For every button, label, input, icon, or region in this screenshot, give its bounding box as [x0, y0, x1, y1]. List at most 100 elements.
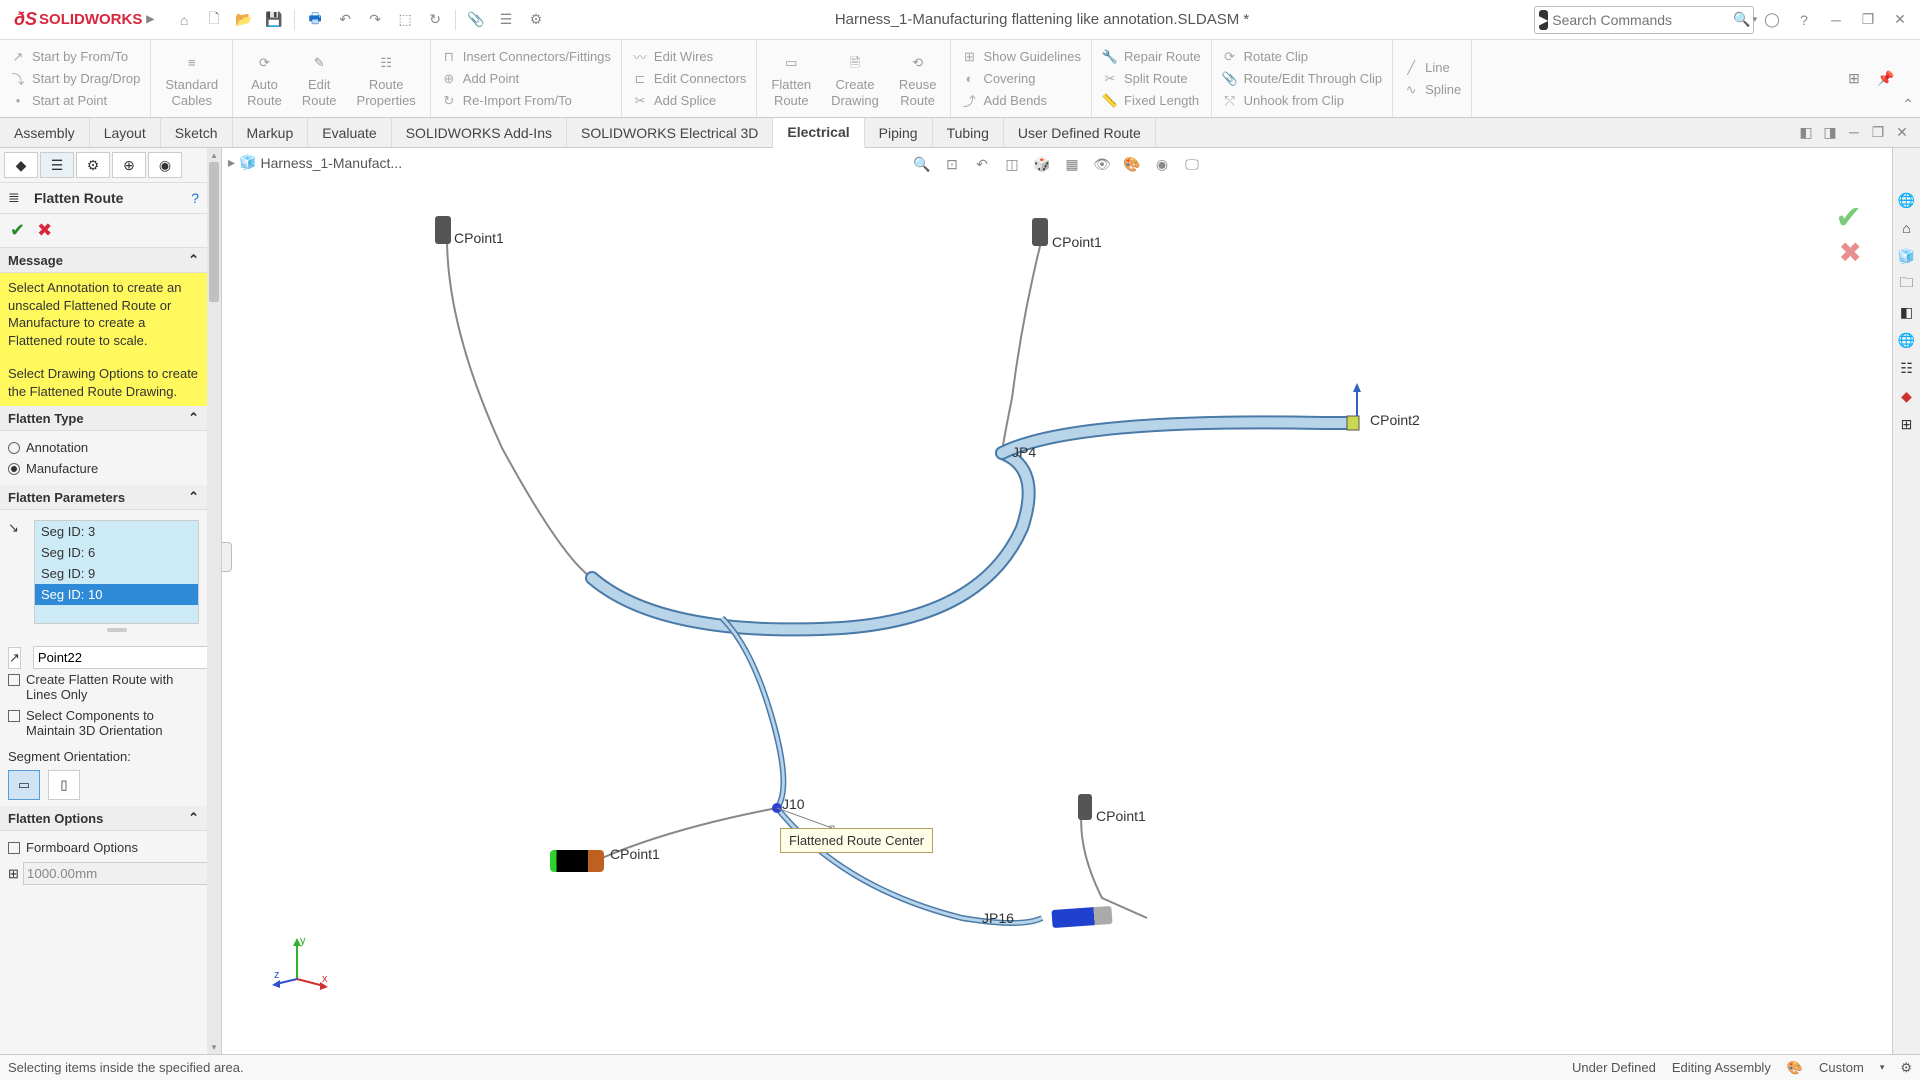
help-icon[interactable]: ?: [1790, 6, 1818, 34]
doc-min-icon[interactable]: ─: [1844, 118, 1864, 146]
tab-tubing[interactable]: Tubing: [933, 118, 1004, 147]
tab-addins[interactable]: SOLIDWORKS Add-Ins: [392, 118, 567, 147]
close-icon[interactable]: ✕: [1886, 6, 1914, 34]
section-flatten-type[interactable]: Flatten Type ⌃: [0, 406, 207, 431]
minimize-icon[interactable]: ─: [1822, 6, 1850, 34]
cmd-auto-route[interactable]: ⟳AutoRoute: [239, 44, 290, 113]
search-commands[interactable]: ▶ 🔍 ▾: [1534, 6, 1754, 34]
save-icon[interactable]: 💾: [260, 6, 288, 34]
ok-button[interactable]: ✔: [10, 220, 25, 241]
tab-markup[interactable]: Markup: [233, 118, 309, 147]
tab-evaluate[interactable]: Evaluate: [308, 118, 391, 147]
cmd-reimport[interactable]: ↻Re-Import From/To: [437, 91, 615, 111]
cb-formboard[interactable]: Formboard Options: [8, 837, 199, 858]
tp-properties-icon[interactable]: ☷: [1895, 356, 1919, 380]
pm-tab-config[interactable]: ⚙: [76, 152, 110, 178]
tab-electrical-3d[interactable]: SOLIDWORKS Electrical 3D: [567, 118, 773, 147]
tp-home-icon[interactable]: ⌂: [1895, 216, 1919, 240]
orient-vertical-button[interactable]: ▯: [48, 770, 80, 800]
dimension-input[interactable]: [23, 862, 207, 885]
cmd-start-drag-drop[interactable]: ⤵Start by Drag/Drop: [6, 69, 144, 89]
restore-icon[interactable]: ❐: [1854, 6, 1882, 34]
cmd-split-route[interactable]: ✂Split Route: [1098, 69, 1205, 89]
radio-annotation[interactable]: Annotation: [8, 437, 199, 458]
seg-item-3[interactable]: Seg ID: 3: [35, 521, 198, 542]
new-icon[interactable]: 🗋: [200, 6, 228, 34]
orient-horizontal-button[interactable]: ▭: [8, 770, 40, 800]
connector-cpoint1-c[interactable]: [550, 850, 604, 872]
tp-appearance-icon[interactable]: 🌐: [1895, 328, 1919, 352]
cmd-line[interactable]: ╱Line: [1399, 58, 1465, 78]
cmd-show-guidelines[interactable]: ⊞Show Guidelines: [957, 47, 1085, 67]
section-flatten-options[interactable]: Flatten Options ⌃: [0, 806, 207, 831]
tp-view-icon[interactable]: ◧: [1895, 300, 1919, 324]
cmd-edit-connectors[interactable]: ⊏Edit Connectors: [628, 69, 751, 89]
radio-manufacture[interactable]: Manufacture: [8, 458, 199, 479]
cmd-fixed-length[interactable]: 📏Fixed Length: [1098, 91, 1205, 111]
cmd-start-from-to[interactable]: ↗Start by From/To: [6, 47, 144, 67]
cmd-insert-connectors[interactable]: ⊓Insert Connectors/Fittings: [437, 47, 615, 67]
tab-assembly[interactable]: Assembly: [0, 118, 90, 147]
tab-layout[interactable]: Layout: [90, 118, 161, 147]
ribbon-pin-icon[interactable]: 📌: [1872, 65, 1900, 93]
status-unit-icon[interactable]: 🎨: [1787, 1060, 1803, 1076]
cmd-route-through-clip[interactable]: 📎Route/Edit Through Clip: [1218, 69, 1387, 89]
cancel-button[interactable]: ✖: [37, 220, 52, 241]
select-icon[interactable]: ⬚: [391, 6, 419, 34]
cmd-add-bends[interactable]: ⤴Add Bends: [957, 91, 1085, 111]
cmd-add-splice[interactable]: ✂Add Splice: [628, 91, 751, 111]
cmd-rotate-clip[interactable]: ⟳Rotate Clip: [1218, 47, 1387, 67]
cmd-unhook-clip[interactable]: ⤲Unhook from Clip: [1218, 91, 1387, 111]
tab-user-route[interactable]: User Defined Route: [1004, 118, 1156, 147]
section-flatten-params[interactable]: Flatten Parameters ⌃: [0, 485, 207, 510]
doc-close-icon[interactable]: ✕: [1892, 118, 1912, 146]
pm-tab-dim[interactable]: ⊕: [112, 152, 146, 178]
ribbon-expand-icon[interactable]: ⊞: [1840, 65, 1868, 93]
panel-scrollbar[interactable]: ▴ ▾: [207, 148, 221, 1054]
seg-item-6[interactable]: Seg ID: 6: [35, 542, 198, 563]
undo-icon[interactable]: ↶: [331, 6, 359, 34]
tab-sketch[interactable]: Sketch: [161, 118, 233, 147]
seg-item-9[interactable]: Seg ID: 9: [35, 563, 198, 584]
list-icon[interactable]: ☰: [492, 6, 520, 34]
redo-icon[interactable]: ↷: [361, 6, 389, 34]
cmd-add-point[interactable]: ⊕Add Point: [437, 69, 615, 89]
cmd-spline[interactable]: ∿Spline: [1399, 80, 1465, 100]
point-input[interactable]: [33, 646, 207, 669]
tp-library-icon[interactable]: 🧊: [1895, 244, 1919, 268]
point-select-icon[interactable]: ↗: [8, 647, 21, 669]
cmd-covering[interactable]: ◐Covering: [957, 69, 1085, 89]
search-input[interactable]: [1552, 12, 1733, 28]
doc-tab-prev-icon[interactable]: ◧: [1796, 118, 1816, 146]
pm-tab-property[interactable]: ☰: [40, 152, 74, 178]
pm-tab-appearance[interactable]: ◉: [148, 152, 182, 178]
home-icon[interactable]: ⌂: [170, 6, 198, 34]
scroll-thumb[interactable]: [209, 162, 219, 302]
search-icon[interactable]: 🔍: [1733, 11, 1750, 28]
section-message[interactable]: Message ⌃: [0, 248, 207, 273]
print-icon[interactable]: 🖶: [301, 6, 329, 34]
options-icon[interactable]: 📎: [462, 6, 490, 34]
cmd-edit-wires[interactable]: 〰Edit Wires: [628, 47, 751, 67]
doc-max-icon[interactable]: ❐: [1868, 118, 1888, 146]
cmd-route-properties[interactable]: ☷RouteProperties: [349, 44, 424, 113]
connector-cpoint1-b[interactable]: [1032, 218, 1048, 246]
cb-lines-only[interactable]: Create Flatten Route with Lines Only: [8, 669, 199, 705]
tp-explorer-icon[interactable]: 🗀: [1895, 272, 1919, 296]
user-icon[interactable]: ◯: [1758, 6, 1786, 34]
chevron-right-icon[interactable]: ▶: [146, 14, 154, 25]
tp-resources-icon[interactable]: 🌐: [1895, 188, 1919, 212]
list-resize-handle[interactable]: [34, 626, 199, 638]
view-triad[interactable]: y x z: [272, 934, 332, 994]
cmd-reuse-route[interactable]: ⟲ReuseRoute: [891, 44, 945, 113]
tp-forum-icon[interactable]: ◆: [1895, 384, 1919, 408]
cmd-start-at-point[interactable]: •Start at Point: [6, 91, 144, 111]
ribbon-collapse-icon[interactable]: ⌃: [1902, 96, 1914, 113]
open-icon[interactable]: 📂: [230, 6, 258, 34]
status-custom[interactable]: Custom: [1819, 1060, 1864, 1075]
tp-custom-icon[interactable]: ⊞: [1895, 412, 1919, 436]
help-icon[interactable]: ?: [191, 190, 199, 206]
scroll-down-icon[interactable]: ▾: [207, 1040, 221, 1054]
doc-tab-next-icon[interactable]: ◨: [1820, 118, 1840, 146]
connector-cpoint1-a[interactable]: [435, 216, 451, 244]
